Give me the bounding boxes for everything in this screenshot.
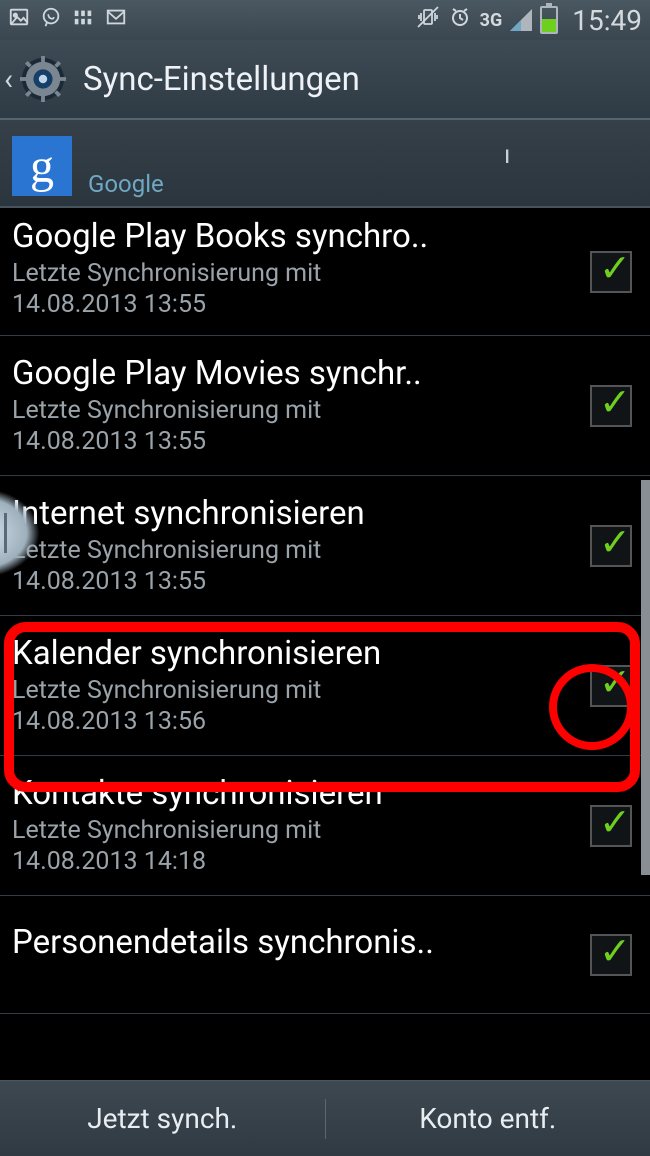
sync-item-person-details[interactable]: Personendetails synchronis.. ✓ <box>0 896 650 1014</box>
item-title: Kalender synchronisieren <box>12 634 560 673</box>
checkmark-icon: ✓ <box>599 530 631 557</box>
item-sub: Letzte Synchronisierung mit14.08.2013 13… <box>12 535 560 598</box>
vibrate-icon <box>416 5 440 35</box>
sync-item-play-movies[interactable]: Google Play Movies synchr.. Letzte Synch… <box>0 336 650 476</box>
sync-now-button[interactable]: Jetzt synch. <box>0 1102 325 1135</box>
battery-icon <box>540 6 558 34</box>
image-icon <box>8 6 30 34</box>
sync-item-internet[interactable]: Internet synchronisieren Letzte Synchron… <box>0 476 650 616</box>
account-email-obscured <box>88 128 508 164</box>
status-icons-left <box>8 6 128 34</box>
account-email-tail: ı <box>504 140 510 170</box>
account-provider: Google <box>88 170 510 198</box>
item-title: Personendetails synchronis.. <box>12 923 560 962</box>
checkmark-icon: ✓ <box>599 939 631 966</box>
back-icon[interactable]: ‹ <box>4 62 13 97</box>
item-sub <box>12 964 560 992</box>
item-sub: Letzte Synchronisierung mit14.08.2013 14… <box>12 815 560 878</box>
whatsapp-icon <box>40 6 62 34</box>
account-text: ı Google <box>88 128 510 198</box>
page-title: Sync-Einstellungen <box>83 60 360 99</box>
checkmark-icon: ✓ <box>599 390 631 417</box>
title-bar[interactable]: ‹ Sync-Einstellungen <box>0 40 650 120</box>
item-title: Internet synchronisieren <box>12 494 560 533</box>
grid-icon <box>72 6 94 34</box>
network-label: 3G <box>480 10 503 31</box>
gmail-icon <box>104 6 128 34</box>
checkbox[interactable]: ✓ <box>590 934 632 976</box>
item-title: Kontakte synchronisieren <box>12 774 560 813</box>
remove-account-button[interactable]: Konto entf. <box>326 1102 650 1135</box>
sync-item-contacts[interactable]: Kontakte synchronisieren Letzte Synchron… <box>0 756 650 896</box>
scrollbar-thumb[interactable] <box>641 480 650 875</box>
signal-icon <box>510 9 532 31</box>
checkbox[interactable]: ✓ <box>590 805 632 847</box>
checkmark-icon: ✓ <box>599 670 631 697</box>
checkmark-icon: ✓ <box>599 810 631 837</box>
checkbox[interactable]: ✓ <box>590 665 632 707</box>
sync-item-calendar[interactable]: Kalender synchronisieren Letzte Synchron… <box>0 616 650 756</box>
checkbox[interactable]: ✓ <box>590 525 632 567</box>
sync-item-play-books[interactable]: Google Play Books synchro.. Letzte Synch… <box>0 208 650 336</box>
sync-list: Google Play Books synchro.. Letzte Synch… <box>0 208 650 1014</box>
alarm-icon <box>448 5 472 35</box>
checkbox[interactable]: ✓ <box>590 385 632 427</box>
bottom-action-bar: Jetzt synch. Konto entf. <box>0 1080 650 1156</box>
item-title: Google Play Movies synchr.. <box>12 354 560 393</box>
checkmark-icon: ✓ <box>599 256 631 283</box>
item-sub: Letzte Synchronisierung mit14.08.2013 13… <box>12 258 560 321</box>
item-sub: Letzte Synchronisierung mit14.08.2013 13… <box>12 675 560 738</box>
status-time: 15:49 <box>572 4 642 37</box>
item-sub: Letzte Synchronisierung mit14.08.2013 13… <box>12 395 560 458</box>
checkbox[interactable]: ✓ <box>590 251 632 293</box>
status-icons-right: 3G 15:49 <box>416 4 642 37</box>
google-badge-icon: g <box>12 136 72 196</box>
item-title: Google Play Books synchro.. <box>12 217 560 256</box>
account-header[interactable]: g ı Google <box>0 120 650 208</box>
settings-gear-icon <box>19 55 67 103</box>
status-bar: 3G 15:49 <box>0 0 650 40</box>
